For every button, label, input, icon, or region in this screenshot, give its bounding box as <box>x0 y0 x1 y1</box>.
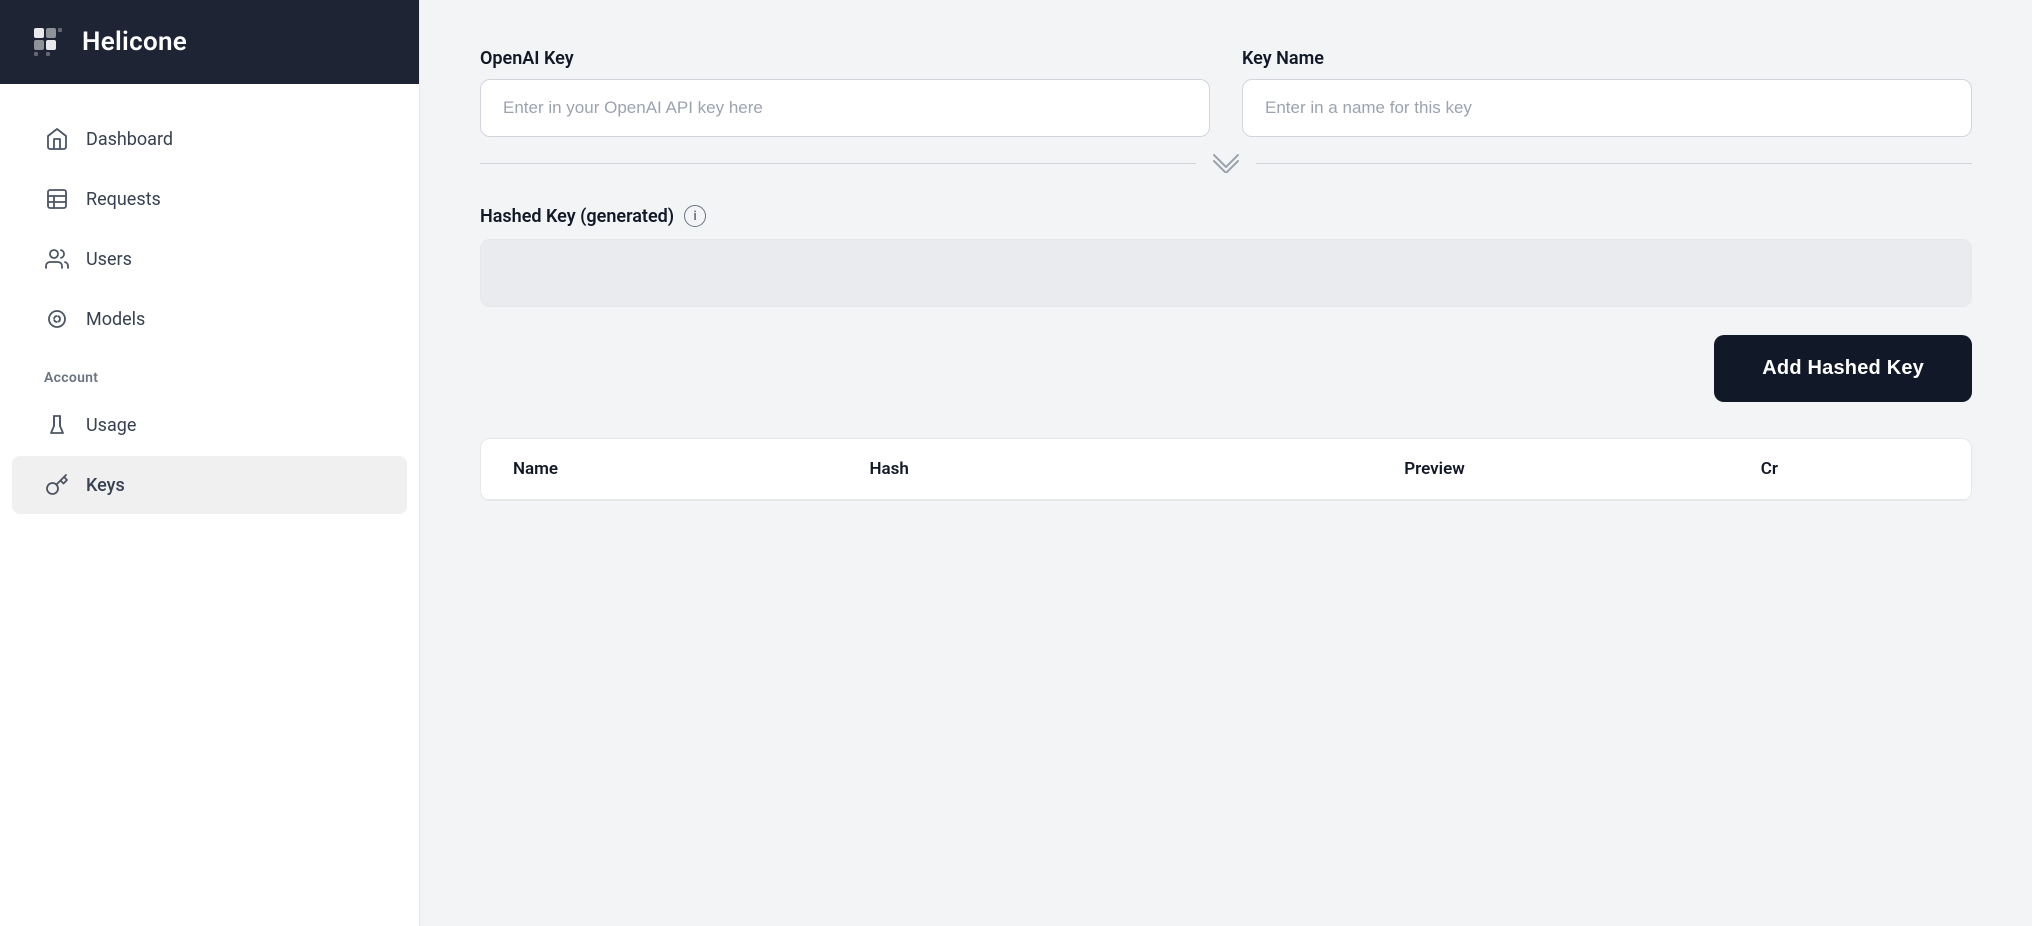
key-form-row: OpenAI Key Key Name <box>480 48 1972 137</box>
table-header: Name Hash Preview Cr <box>481 439 1971 500</box>
sidebar-item-models-label: Models <box>86 309 145 330</box>
form-section: OpenAI Key Key Name Hashed Key (genera <box>480 48 1972 501</box>
key-name-group: Key Name <box>1242 48 1972 137</box>
openai-key-group: OpenAI Key <box>480 48 1210 137</box>
sidebar-item-requests[interactable]: Requests <box>12 170 407 228</box>
main-content: OpenAI Key Key Name Hashed Key (genera <box>420 0 2032 926</box>
logo-area[interactable]: Helicone <box>0 0 419 84</box>
info-icon[interactable]: i <box>684 205 706 227</box>
hashed-label-row: Hashed Key (generated) i <box>480 205 1972 227</box>
sidebar-item-models[interactable]: Models <box>12 290 407 348</box>
helicone-logo-icon <box>28 22 68 62</box>
sidebar-item-dashboard[interactable]: Dashboard <box>12 110 407 168</box>
chevron-down-icon <box>1196 153 1256 173</box>
users-icon <box>44 246 70 272</box>
key-name-label: Key Name <box>1242 48 1972 69</box>
sidebar-item-keys-label: Keys <box>86 475 125 496</box>
divider-row <box>480 153 1972 173</box>
key-name-input[interactable] <box>1242 79 1972 137</box>
sidebar-item-usage[interactable]: Usage <box>12 396 407 454</box>
keys-table: Name Hash Preview Cr <box>480 438 1972 501</box>
account-section-label: Account <box>0 350 419 394</box>
table-icon <box>44 186 70 212</box>
openai-key-label: OpenAI Key <box>480 48 1210 69</box>
hashed-key-section: Hashed Key (generated) i <box>480 205 1972 307</box>
hashed-key-input <box>480 239 1972 307</box>
table-col-preview: Preview <box>1404 459 1761 479</box>
models-icon <box>44 306 70 332</box>
divider-line-left <box>480 163 1196 164</box>
action-row: Add Hashed Key <box>480 335 1972 402</box>
sidebar-item-dashboard-label: Dashboard <box>86 129 173 150</box>
table-col-hash: Hash <box>870 459 1405 479</box>
divider-line-right <box>1256 163 1972 164</box>
sidebar-item-users-label: Users <box>86 249 132 270</box>
sidebar-item-usage-label: Usage <box>86 415 136 436</box>
flask-icon <box>44 412 70 438</box>
table-col-name: Name <box>513 459 870 479</box>
key-icon <box>44 472 70 498</box>
table-col-cr: Cr <box>1761 459 1939 479</box>
logo-text: Helicone <box>82 27 187 57</box>
sidebar: Helicone Dashboard Req <box>0 0 420 926</box>
add-hashed-key-button[interactable]: Add Hashed Key <box>1714 335 1972 402</box>
sidebar-item-requests-label: Requests <box>86 189 161 210</box>
sidebar-nav: Dashboard Requests <box>0 84 419 926</box>
sidebar-item-users[interactable]: Users <box>12 230 407 288</box>
hashed-key-label: Hashed Key (generated) <box>480 206 674 227</box>
home-icon <box>44 126 70 152</box>
sidebar-item-keys[interactable]: Keys <box>12 456 407 514</box>
openai-key-input[interactable] <box>480 79 1210 137</box>
